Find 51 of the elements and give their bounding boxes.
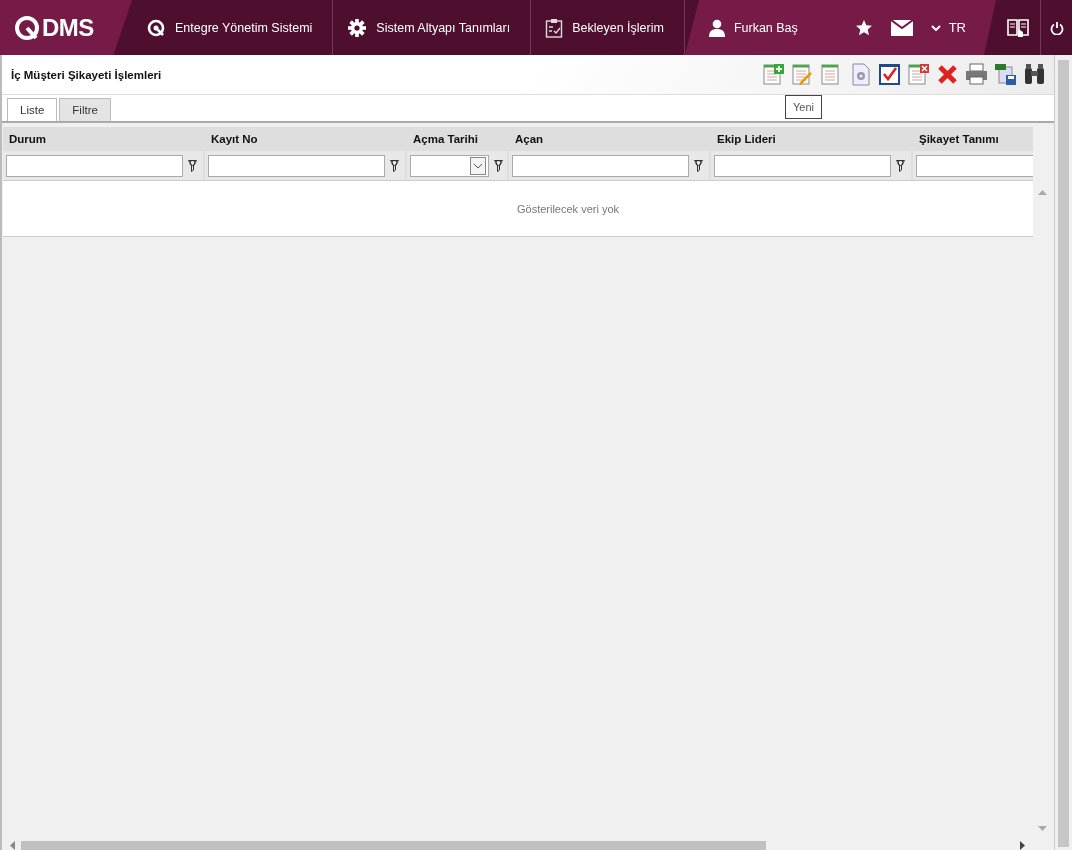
page-title: İç Müşteri Şikayeti İşlemleri: [11, 68, 162, 81]
filter-field[interactable]: [714, 154, 891, 177]
person-icon: [708, 18, 725, 37]
power-icon[interactable]: [1049, 20, 1064, 35]
printer-icon[interactable]: [965, 63, 988, 86]
filter-icon[interactable]: [494, 159, 503, 172]
tooltip: Yeni: [785, 95, 822, 119]
add-document-icon[interactable]: [762, 63, 785, 86]
tab[interactable]: Liste: [7, 98, 58, 121]
spreadsheet-save-icon[interactable]: [994, 63, 1017, 86]
tab[interactable]: Filtre: [59, 98, 111, 121]
delete-document-icon[interactable]: [907, 63, 930, 86]
column-header[interactable]: Durum: [3, 127, 203, 151]
filter-field[interactable]: [512, 154, 689, 177]
scrollbar-thumb[interactable]: [1058, 60, 1069, 847]
column-header[interactable]: Ekip Lideri: [711, 127, 911, 151]
page-scrollbar[interactable]: [1054, 55, 1072, 850]
dropdown-button-icon[interactable]: [470, 156, 486, 175]
logo[interactable]: DMS: [0, 0, 132, 55]
scroll-down-icon[interactable]: [1037, 826, 1047, 832]
scroll-right-icon[interactable]: [1020, 840, 1026, 850]
edit-document-icon[interactable]: [791, 63, 814, 86]
column-header[interactable]: Şikayet Tanımı: [913, 127, 1033, 151]
filter-icon[interactable]: [188, 159, 197, 172]
filter-icon[interactable]: [694, 159, 703, 172]
mail-icon[interactable]: [890, 19, 913, 36]
book-icon[interactable]: [1007, 16, 1029, 39]
column-header[interactable]: Açan: [509, 127, 709, 151]
column-header[interactable]: Açma Tarihi: [407, 127, 507, 151]
filter-field[interactable]: [208, 154, 385, 177]
q-circle-icon: [146, 17, 166, 38]
chevron-down-icon: [930, 24, 941, 31]
q-logo-icon: [14, 14, 40, 41]
checkbox-icon[interactable]: [878, 63, 901, 86]
user-menu[interactable]: Furkan Baş: [698, 18, 818, 37]
binoculars-icon[interactable]: [1023, 63, 1046, 86]
cross-icon[interactable]: [936, 63, 959, 86]
scrollbar-thumb[interactable]: [21, 840, 766, 850]
star-icon[interactable]: [854, 18, 873, 37]
filter-icon[interactable]: [390, 159, 399, 172]
clipboard-icon: [545, 17, 564, 38]
column-header[interactable]: Kayıt No: [205, 127, 405, 151]
gear-icon: [347, 17, 368, 38]
empty-message: Gösterilecek veri yok: [515, 202, 620, 215]
date-field[interactable]: [410, 154, 489, 177]
language-selector[interactable]: TR: [930, 20, 966, 35]
scroll-left-icon[interactable]: [9, 840, 15, 850]
gear-document-icon[interactable]: [849, 63, 872, 86]
filter-icon[interactable]: [896, 159, 905, 172]
scroll-up-icon[interactable]: [1037, 189, 1047, 195]
filter-field[interactable]: [6, 154, 183, 177]
